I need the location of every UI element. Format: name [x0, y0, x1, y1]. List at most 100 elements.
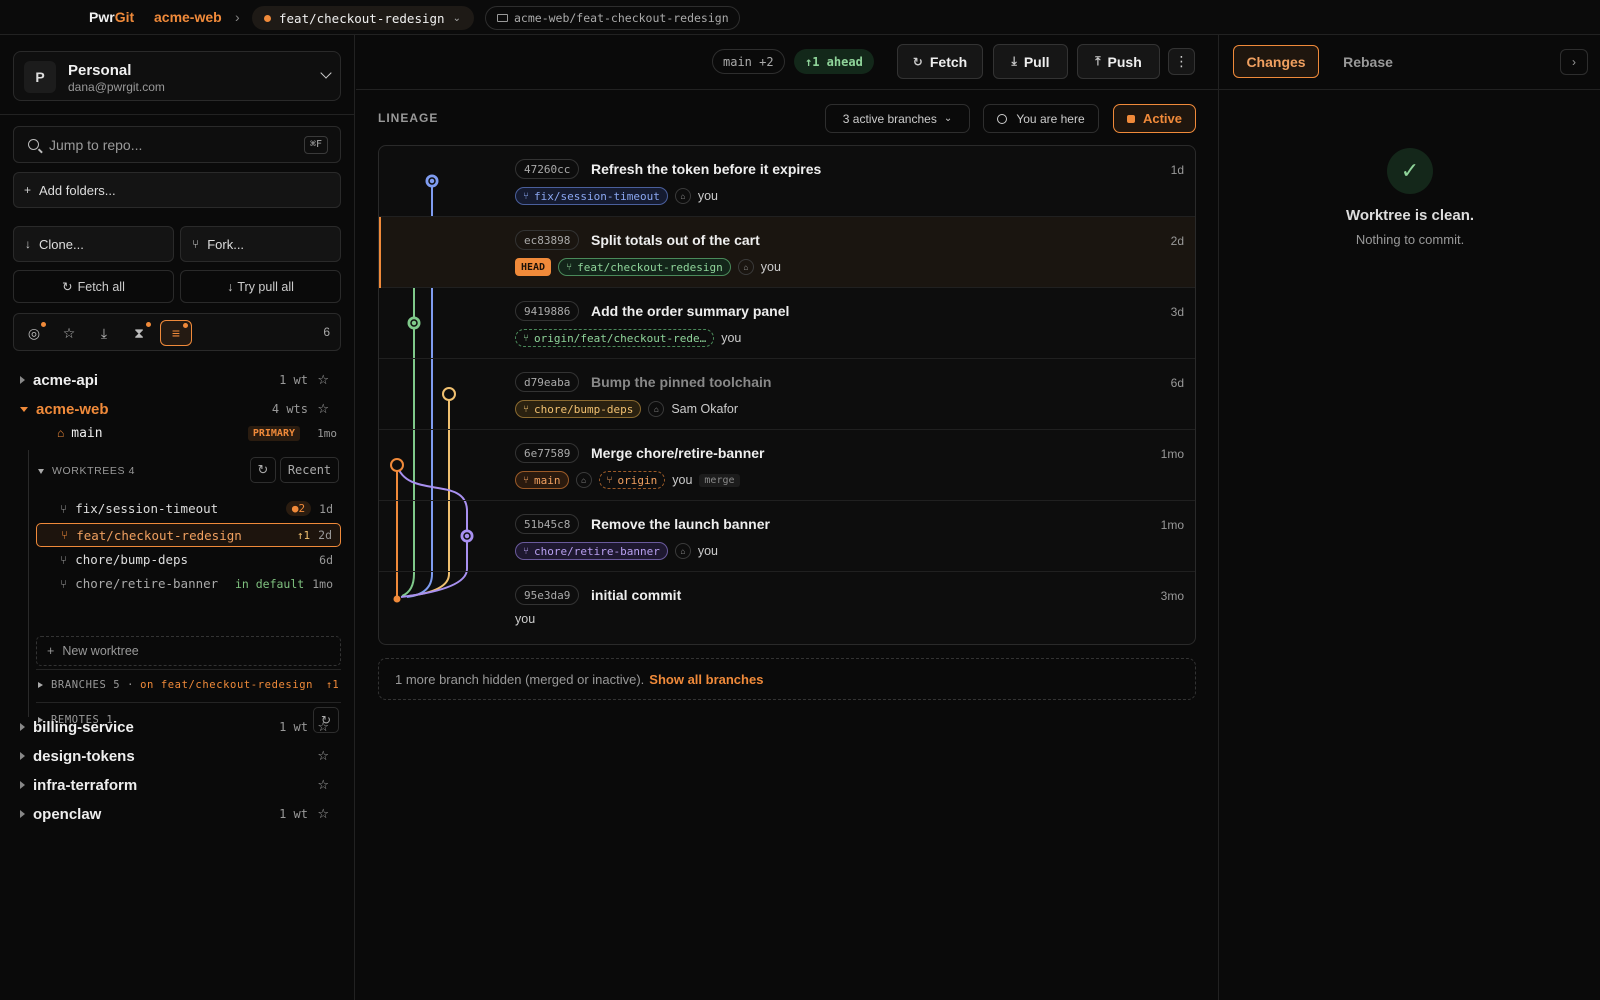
hidden-branches-note: 1 more branch hidden (merged or inactive…: [378, 658, 1196, 700]
commit-sha[interactable]: 47260cc: [515, 159, 580, 179]
commit-row[interactable]: d79eaba Bump the pinned toolchain 6d ⑂ ch…: [379, 359, 1195, 430]
worktree-count: 1 wt: [279, 720, 308, 734]
commit-sha[interactable]: 51b45c8: [515, 514, 580, 534]
commit-age: 3d: [1170, 305, 1184, 319]
crosshair-icon: [997, 113, 1008, 124]
branches-section-header[interactable]: BRANCHES 5 · on feat/checkout-redesign: [38, 675, 313, 695]
star-icon[interactable]: ☆: [317, 719, 329, 735]
active-branches-label: 3 active branches: [842, 111, 937, 126]
kebab-icon: ⋮: [1174, 53, 1189, 69]
add-folders-button[interactable]: + Add folders...: [13, 172, 341, 208]
add-folders-label: Add folders...: [39, 182, 116, 198]
new-worktree-button[interactable]: + New worktree: [36, 636, 341, 666]
refresh-worktrees-button[interactable]: ↻: [250, 457, 276, 483]
active-branches-dropdown[interactable]: 3 active branches ⌄: [825, 104, 970, 133]
filter-list-button[interactable]: ≡: [160, 320, 192, 346]
repo-item-openclaw[interactable]: openclaw 1 wt ☆: [20, 802, 345, 826]
branch-tag[interactable]: ⑂ chore/retire-banner: [515, 542, 668, 560]
worktree-path[interactable]: acme-web/feat-checkout-redesign: [485, 6, 740, 30]
star-icon[interactable]: ☆: [317, 748, 329, 764]
repo-name: infra-terraform: [33, 776, 138, 794]
worktrees-section-header[interactable]: WORKTREES 4: [38, 461, 135, 481]
commit-row[interactable]: 95e3da9 initial commit 3mo you: [379, 572, 1195, 643]
commit-sha[interactable]: d79eaba: [515, 372, 580, 392]
repo-search[interactable]: ⌘F: [13, 126, 341, 163]
fetch-button[interactable]: ↻ Fetch: [897, 44, 983, 79]
branch-tag[interactable]: ⑂ chore/bump-deps: [515, 400, 642, 418]
star-icon[interactable]: ☆: [317, 372, 329, 388]
show-all-branches-link[interactable]: Show all branches: [649, 672, 763, 687]
arrow-down-icon: ↓: [227, 279, 234, 294]
commit-graph: 47260cc Refresh the token before it expi…: [378, 145, 1196, 645]
commit-row-head[interactable]: ec83898 Split totals out of the cart 2d …: [379, 217, 1195, 288]
pull-button[interactable]: ⤓ Pull: [993, 44, 1068, 79]
tab-changes[interactable]: Changes: [1233, 45, 1319, 78]
filter-pull-button[interactable]: ⤓: [89, 320, 119, 346]
commit-row[interactable]: 47260cc Refresh the token before it expi…: [379, 146, 1195, 217]
try-pull-all-button[interactable]: ↓ Try pull all: [180, 270, 341, 303]
fork-button[interactable]: ⑂ Fork...: [180, 226, 341, 262]
worktree-row-chore-retire-banner[interactable]: ⑂ chore/retire-banner in default 1mo: [36, 572, 341, 595]
fetch-all-label: Fetch all: [77, 279, 125, 294]
filter-changed-button[interactable]: ◎: [19, 320, 49, 346]
worktree-row-fix-session-timeout[interactable]: ⑂ fix/session-timeout ●2 1d: [36, 497, 341, 520]
commit-author: you: [721, 331, 742, 345]
repo-item-design-tokens[interactable]: design-tokens ☆: [20, 744, 345, 768]
worktree-row-feat-checkout-redesign[interactable]: ⑂ feat/checkout-redesign ↑1 2d: [36, 523, 341, 547]
head-badge: HEAD: [515, 258, 552, 276]
you-are-here-label: You are here: [1016, 111, 1085, 126]
chevron-right-icon: [38, 682, 43, 688]
commit-author: you: [697, 544, 718, 558]
more-actions-button[interactable]: ⋮: [1168, 48, 1195, 75]
account-switcher[interactable]: P Personal dana@pwrgit.com: [13, 51, 341, 101]
worktree-name: fix/session-timeout: [75, 501, 219, 516]
repo-item-infra-terraform[interactable]: infra-terraform ☆: [20, 773, 345, 797]
breadcrumb-repo[interactable]: acme-web: [154, 9, 222, 25]
download-icon: ⤓: [1011, 54, 1017, 68]
branch-tag[interactable]: ⑂ fix/session-timeout: [515, 187, 668, 205]
sort-recent-button[interactable]: Recent: [280, 457, 339, 483]
current-branch-label: feat/checkout-redesign: [279, 10, 445, 26]
you-are-here-button[interactable]: You are here: [983, 104, 1099, 133]
commit-sha[interactable]: 9419886: [515, 301, 580, 321]
worktrees-label: WORKTREES 4: [52, 465, 136, 477]
active-filter-toggle[interactable]: Active: [1113, 104, 1196, 133]
clone-button[interactable]: ↓ Clone...: [13, 226, 174, 262]
push-button[interactable]: ⤒ Push: [1077, 44, 1160, 79]
commit-row[interactable]: 51b45c8 Remove the launch banner 1mo ⑂ ch…: [379, 501, 1195, 572]
filter-badge: [183, 323, 188, 328]
repo-item-acme-web[interactable]: acme-web 4 wts ☆: [20, 397, 345, 421]
base-branch-chip[interactable]: main +2: [712, 49, 785, 74]
worktree-age: 6d: [319, 552, 333, 567]
fetch-all-button[interactable]: ↻ Fetch all: [13, 270, 174, 303]
star-icon[interactable]: ☆: [317, 777, 329, 793]
repo-item-acme-api[interactable]: acme-api 1 wt ☆: [20, 368, 345, 392]
filter-starred-button[interactable]: ☆: [54, 320, 84, 346]
pull-label: Pull: [1023, 53, 1050, 70]
star-icon[interactable]: ☆: [317, 806, 329, 822]
commit-sha[interactable]: ec83898: [515, 230, 580, 250]
branch-tag[interactable]: ⑂ feat/checkout-redesign: [558, 258, 731, 276]
branch-switcher[interactable]: feat/checkout-redesign ⌄: [252, 6, 474, 30]
commit-row[interactable]: 9419886 Add the order summary panel 3d ⑂…: [379, 288, 1195, 359]
commit-sha[interactable]: 95e3da9: [515, 585, 580, 605]
star-icon[interactable]: ☆: [317, 401, 329, 417]
commit-row[interactable]: 6e77589 Merge chore/retire-banner 1mo ⑂ m…: [379, 430, 1195, 501]
search-input[interactable]: [49, 136, 279, 153]
chevron-down-icon: [20, 406, 28, 412]
worktree-row-chore-bump-deps[interactable]: ⑂ chore/bump-deps 6d: [36, 548, 341, 571]
repo-item-billing-service[interactable]: billing-service 1 wt ☆: [20, 715, 345, 739]
remote-tag[interactable]: ⑂ origin: [598, 471, 666, 489]
remote-branch-tag[interactable]: ⑂ origin/feat/checkout-rede…: [515, 329, 715, 347]
tab-rebase[interactable]: Rebase: [1327, 45, 1409, 78]
commit-sha[interactable]: 6e77589: [515, 443, 580, 463]
branch-icon: ⑂: [523, 190, 529, 202]
branch-tag[interactable]: ⑂ main: [515, 471, 569, 489]
collapse-panel-button[interactable]: ›: [1560, 49, 1588, 75]
filter-stale-button[interactable]: ⧗: [124, 320, 154, 346]
main-branch-row[interactable]: ⌂ main PRIMARY 1mo: [57, 422, 340, 444]
active-filter-label: Active: [1142, 111, 1183, 126]
top-bar: PwrGit acme-web › feat/checkout-redesign…: [0, 0, 1600, 35]
repo-name: openclaw: [33, 805, 102, 823]
avatar: P: [24, 61, 56, 93]
